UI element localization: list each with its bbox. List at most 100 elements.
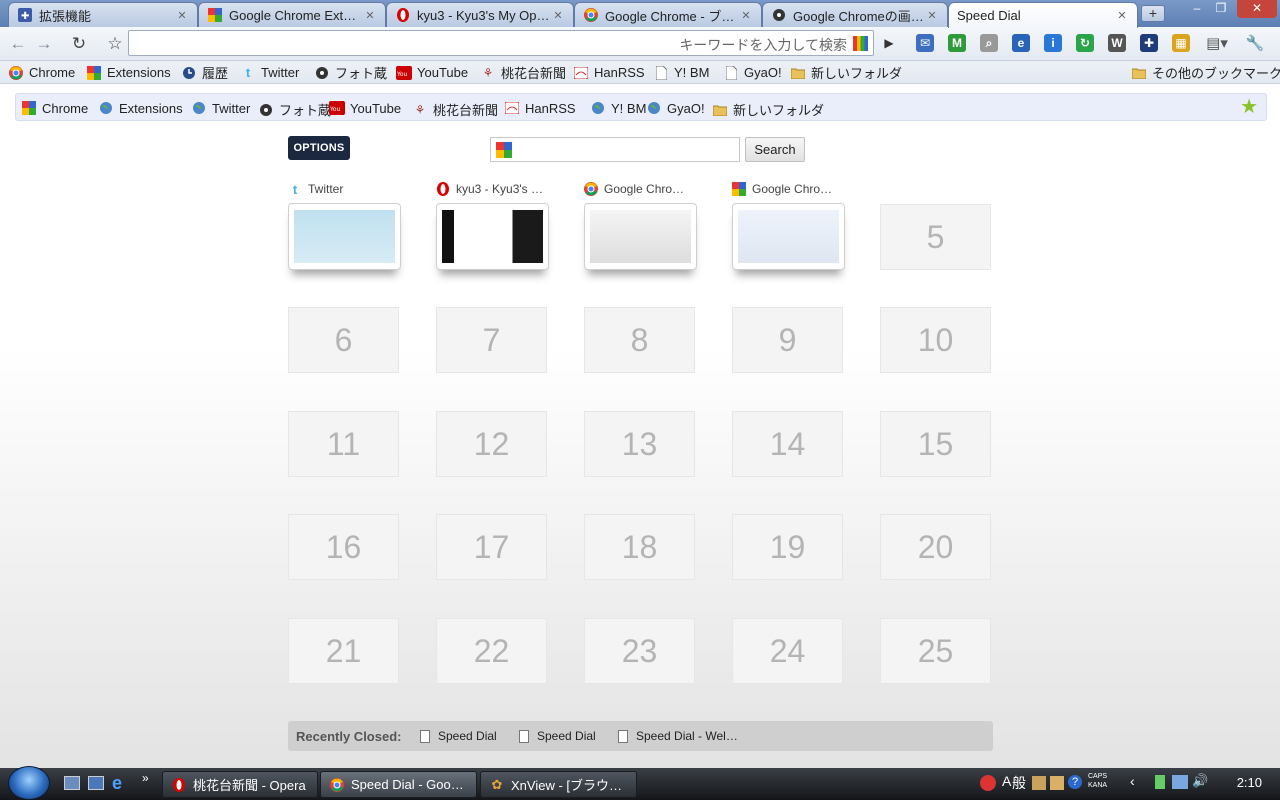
taskbar-button[interactable]: ✿ XnView - [ブラウ… <box>480 771 637 798</box>
ime-mode-a[interactable]: A <box>1002 773 1011 789</box>
speed-dial-bar-item[interactable]: 新しいフォルダ <box>712 100 824 119</box>
options-button[interactable]: OPTIONS <box>288 136 350 160</box>
bookmark-item[interactable]: 新しいフォルダ <box>790 64 902 81</box>
ime-dictionary-icon[interactable] <box>1032 776 1046 790</box>
speed-dial-bar-item[interactable]: You YouTube <box>329 100 401 116</box>
tab-close-icon[interactable]: ✕ <box>363 9 377 22</box>
bookmark-item[interactable]: Extensions <box>86 64 171 81</box>
bookmark-item[interactable]: Chrome <box>8 64 75 81</box>
tray-expand-icon[interactable]: ‹ <box>1130 773 1135 789</box>
bookmark-item[interactable]: フォト蔵 <box>314 64 387 81</box>
speed-dial-bar-item[interactable]: ⚘ 桃花台新聞 <box>412 100 498 119</box>
recently-closed-item[interactable]: Speed Dial <box>519 729 596 743</box>
back-button[interactable]: ← <box>6 32 30 56</box>
empty-dial-slot[interactable]: 9 <box>732 307 843 373</box>
speed-dial-bar-item[interactable]: Twitter <box>191 100 250 116</box>
tab-close-icon[interactable]: ✕ <box>739 9 753 22</box>
tab-close-icon[interactable]: ✕ <box>175 9 189 22</box>
dial-title[interactable]: Google Chro… <box>732 182 862 196</box>
tab-close-icon[interactable]: ✕ <box>925 9 939 22</box>
empty-dial-slot[interactable]: 6 <box>288 307 399 373</box>
speed-dial-bar-item[interactable]: フォト蔵 <box>258 100 331 119</box>
speed-dial-bar-item[interactable]: Chrome <box>21 100 88 116</box>
bookmark-item[interactable]: HanRSS <box>573 64 645 81</box>
switch-windows-icon[interactable] <box>88 776 104 790</box>
tab-6[interactable]: Speed Dial ✕ <box>948 2 1138 28</box>
bookmark-item[interactable]: GyaO! <box>723 64 782 81</box>
tab-1[interactable]: ✚ 拡張機能 ✕ <box>8 2 198 27</box>
bookmark-item[interactable]: 履歴 <box>181 64 228 81</box>
tab-close-icon[interactable]: ✕ <box>1115 9 1129 22</box>
forward-button[interactable]: → <box>32 32 56 56</box>
empty-dial-slot[interactable]: 11 <box>288 411 399 477</box>
empty-dial-slot[interactable]: 19 <box>732 514 843 580</box>
search-button[interactable]: Search <box>745 137 805 162</box>
start-button[interactable] <box>8 766 50 800</box>
dial-title[interactable]: Google Chro… <box>584 182 714 196</box>
search-icon[interactable]: ⌕ <box>980 34 998 52</box>
empty-dial-slot[interactable]: 22 <box>436 618 547 684</box>
close-window-button[interactable]: ✕ <box>1237 0 1277 18</box>
go-icon[interactable]: ▶ <box>879 33 899 53</box>
dial-title[interactable]: kyu3 - Kyu3's … <box>436 182 566 196</box>
network-icon[interactable] <box>1172 775 1188 789</box>
taskbar-button[interactable]: Speed Dial - Goo… <box>320 771 477 798</box>
empty-dial-slot[interactable]: 7 <box>436 307 547 373</box>
tab-4[interactable]: Google Chrome - ブ… ✕ <box>574 2 762 27</box>
speed-dial-thumbnail[interactable] <box>732 203 845 270</box>
empty-dial-slot[interactable]: 17 <box>436 514 547 580</box>
empty-dial-slot[interactable]: 21 <box>288 618 399 684</box>
ie-tab-icon[interactable]: e <box>1012 34 1030 52</box>
bookmark-star-icon[interactable]: ☆ <box>103 32 127 56</box>
other-bookmarks[interactable]: その他のブックマーク <box>1131 64 1280 81</box>
page-menu-icon[interactable]: ▤▾ <box>1205 32 1229 56</box>
bookmark-item[interactable]: ⚘ 桃花台新聞 <box>480 64 566 82</box>
star-icon[interactable]: ★ <box>1240 96 1258 118</box>
tab-2[interactable]: Google Chrome Exte… ✕ <box>198 2 386 27</box>
tray-app-icon[interactable] <box>980 775 996 791</box>
minimize-button[interactable]: – <box>1185 0 1209 18</box>
ie-icon[interactable]: e <box>112 773 122 793</box>
tab-close-icon[interactable]: ✕ <box>551 9 565 22</box>
tab-3[interactable]: kyu3 - Kyu3's My Op… ✕ <box>386 2 574 27</box>
dial-title[interactable]: t Twitter <box>288 182 418 196</box>
help-icon[interactable]: ? <box>1068 775 1082 789</box>
usb-icon[interactable] <box>1155 775 1165 789</box>
wikipedia-icon[interactable]: W <box>1108 34 1126 52</box>
empty-dial-slot[interactable]: 25 <box>880 618 991 684</box>
clock[interactable]: 2:10 <box>1237 775 1262 790</box>
volume-icon[interactable]: 🔊 <box>1192 773 1208 789</box>
recently-closed-item[interactable]: Speed Dial <box>420 729 497 743</box>
wrench-icon[interactable]: 🔧 <box>1243 32 1267 56</box>
speed-dial-bar-item[interactable]: Extensions <box>98 100 183 116</box>
search-input[interactable] <box>490 137 740 162</box>
info-icon[interactable]: i <box>1044 34 1062 52</box>
new-tab-button[interactable]: + <box>1141 5 1165 22</box>
empty-dial-slot[interactable]: 10 <box>880 307 991 373</box>
reload-button[interactable]: ↻ <box>67 32 91 56</box>
refresh-ext-icon[interactable]: ↻ <box>1076 34 1094 52</box>
ime-tool-icon[interactable] <box>1050 776 1064 790</box>
speed-dial-bar-item[interactable]: HanRSS <box>504 100 576 116</box>
taskbar-button[interactable]: 桃花台新聞 - Opera <box>162 771 318 798</box>
speed-dial-bar-item[interactable]: Y! BM <box>590 100 646 116</box>
puzzle-ext-icon[interactable]: ✚ <box>1140 34 1158 52</box>
empty-dial-slot[interactable]: 24 <box>732 618 843 684</box>
quick-launch-more-icon[interactable]: » <box>142 771 149 785</box>
gmail-icon[interactable]: M <box>948 34 966 52</box>
empty-dial-slot[interactable]: 20 <box>880 514 991 580</box>
empty-dial-slot[interactable]: 5 <box>880 204 991 270</box>
bookmark-item[interactable]: t Twitter <box>240 64 299 81</box>
speed-dial-bar-item[interactable]: GyaO! <box>646 100 705 116</box>
show-desktop-icon[interactable] <box>64 776 80 790</box>
empty-dial-slot[interactable]: 16 <box>288 514 399 580</box>
speed-dial-thumbnail[interactable] <box>436 203 549 270</box>
empty-dial-slot[interactable]: 8 <box>584 307 695 373</box>
recently-closed-item[interactable]: Speed Dial - Wel… <box>618 729 738 743</box>
bookmark-item[interactable]: You YouTube <box>396 64 468 81</box>
palette-icon[interactable]: ▦ <box>1172 34 1190 52</box>
empty-dial-slot[interactable]: 13 <box>584 411 695 477</box>
tab-5[interactable]: Google Chromeの画… ✕ <box>762 2 948 27</box>
empty-dial-slot[interactable]: 15 <box>880 411 991 477</box>
speed-dial-thumbnail[interactable] <box>288 203 401 270</box>
